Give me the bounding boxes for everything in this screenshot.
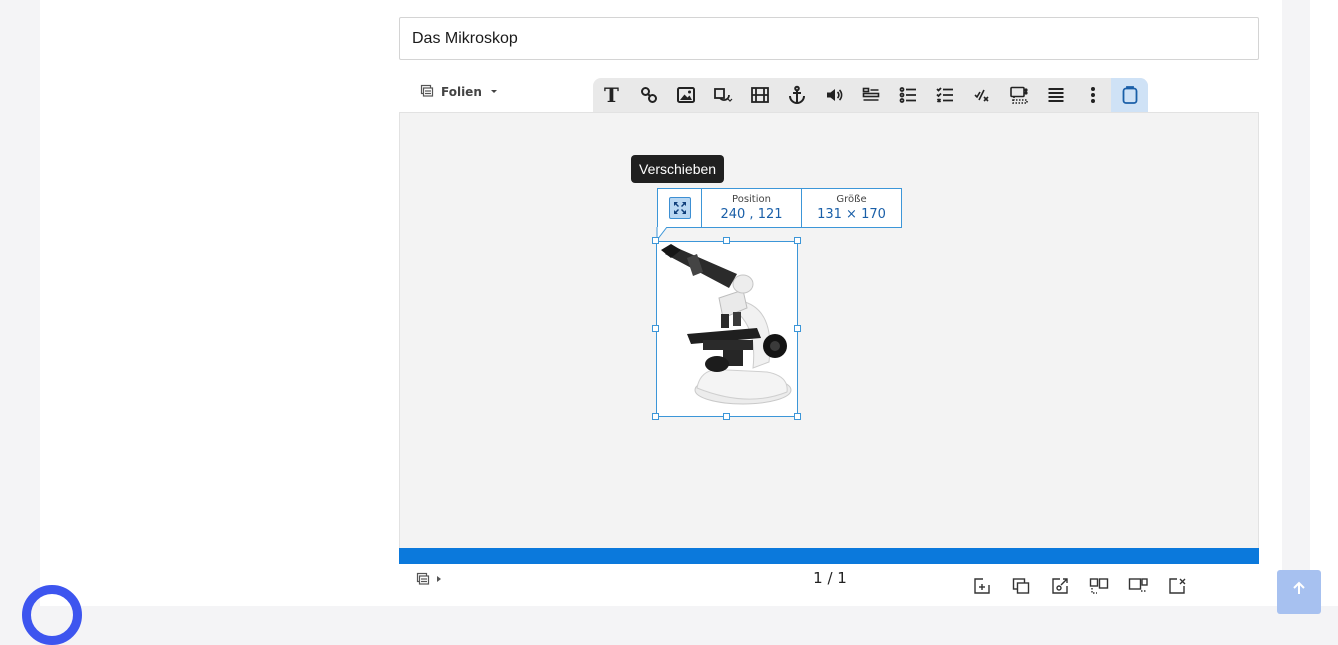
image-button[interactable] bbox=[667, 78, 704, 112]
slides-menu-label: Folien bbox=[441, 85, 482, 99]
element-info-box: Position 240 , 121 Größe 131 × 170 bbox=[657, 188, 902, 228]
slide-layout-button[interactable] bbox=[1089, 576, 1109, 596]
slide-template-icon bbox=[1128, 578, 1148, 592]
move-icon bbox=[673, 202, 686, 214]
image-icon bbox=[676, 87, 695, 103]
resize-handle-w[interactable] bbox=[652, 325, 659, 332]
video-button[interactable] bbox=[741, 78, 778, 112]
import-slide-button[interactable] bbox=[1050, 576, 1070, 596]
right-strip bbox=[1310, 0, 1338, 606]
slide-actions bbox=[972, 576, 1187, 596]
delete-slide-button[interactable] bbox=[1167, 576, 1187, 596]
resize-handle-s[interactable] bbox=[723, 413, 730, 420]
add-slide-button[interactable] bbox=[972, 576, 992, 596]
position-value: 240 , 121 bbox=[720, 206, 783, 222]
list-icon bbox=[899, 87, 916, 103]
form-button[interactable] bbox=[852, 78, 889, 112]
anchor-button[interactable] bbox=[778, 78, 815, 112]
resize-handle-sw[interactable] bbox=[652, 413, 659, 420]
text-icon: T bbox=[604, 83, 619, 107]
resize-handle-se[interactable] bbox=[794, 413, 801, 420]
move-tooltip: Verschieben bbox=[631, 155, 725, 183]
selection-frame bbox=[656, 241, 798, 417]
resize-handle-e[interactable] bbox=[794, 325, 801, 332]
formula-button[interactable] bbox=[963, 78, 1000, 112]
caret-right-icon bbox=[437, 576, 441, 582]
arrow-up-icon bbox=[1293, 581, 1305, 594]
position-cell[interactable]: Position 240 , 121 bbox=[702, 189, 802, 227]
more-options-button[interactable] bbox=[1074, 78, 1111, 112]
list-button[interactable] bbox=[889, 78, 926, 112]
shape-button[interactable] bbox=[704, 78, 741, 112]
audio-icon bbox=[826, 89, 842, 101]
resize-handle-n[interactable] bbox=[723, 237, 730, 244]
duplicate-slide-button[interactable] bbox=[1011, 576, 1031, 596]
resize-handle-ne[interactable] bbox=[794, 237, 801, 244]
link-icon bbox=[640, 87, 657, 103]
size-label: Größe bbox=[836, 193, 867, 205]
checklist-button[interactable] bbox=[926, 78, 963, 112]
scroll-to-top-button[interactable] bbox=[1277, 570, 1321, 614]
video-icon bbox=[750, 87, 769, 103]
selection-icon bbox=[1009, 86, 1028, 104]
link-button[interactable] bbox=[630, 78, 667, 112]
checklist-icon bbox=[935, 87, 953, 103]
editor-toolbar: T bbox=[593, 78, 1148, 112]
clipboard-button[interactable] bbox=[1111, 78, 1148, 112]
size-value: 131 × 170 bbox=[817, 206, 886, 222]
slide-canvas[interactable] bbox=[399, 112, 1259, 548]
duplicate-slide-icon bbox=[1012, 578, 1030, 594]
slides-icon bbox=[416, 572, 430, 585]
shape-icon bbox=[713, 88, 732, 102]
import-slide-icon bbox=[1052, 578, 1068, 594]
help-widget-logo[interactable] bbox=[22, 585, 82, 645]
slides-overview-button[interactable] bbox=[416, 572, 442, 586]
delete-slide-icon bbox=[1169, 578, 1186, 594]
size-cell[interactable]: Größe 131 × 170 bbox=[802, 189, 901, 227]
slides-menu-button[interactable]: Folien bbox=[420, 80, 499, 104]
title-input[interactable] bbox=[399, 17, 1259, 60]
slide-progress-bar bbox=[399, 548, 1259, 564]
clipboard-icon bbox=[1122, 86, 1137, 104]
slide-template-button[interactable] bbox=[1128, 576, 1148, 596]
slides-icon bbox=[420, 84, 434, 101]
formula-icon bbox=[973, 89, 989, 102]
resize-handle-nw[interactable] bbox=[652, 237, 659, 244]
text-button[interactable]: T bbox=[593, 78, 630, 112]
list-detail-icon bbox=[1048, 88, 1063, 102]
audio-button[interactable] bbox=[815, 78, 852, 112]
caret-down-icon bbox=[489, 85, 499, 99]
anchor-icon bbox=[788, 85, 805, 104]
selection-button[interactable] bbox=[1000, 78, 1037, 112]
form-icon bbox=[862, 87, 879, 101]
list-detail-button[interactable] bbox=[1037, 78, 1074, 112]
add-slide-icon bbox=[974, 578, 990, 594]
more-icon bbox=[1090, 87, 1095, 103]
move-handle[interactable] bbox=[658, 189, 702, 227]
slide-layout-icon bbox=[1089, 578, 1109, 594]
right-gutter bbox=[1282, 0, 1310, 606]
position-label: Position bbox=[732, 193, 771, 205]
page-indicator: 1 / 1 bbox=[813, 569, 847, 587]
